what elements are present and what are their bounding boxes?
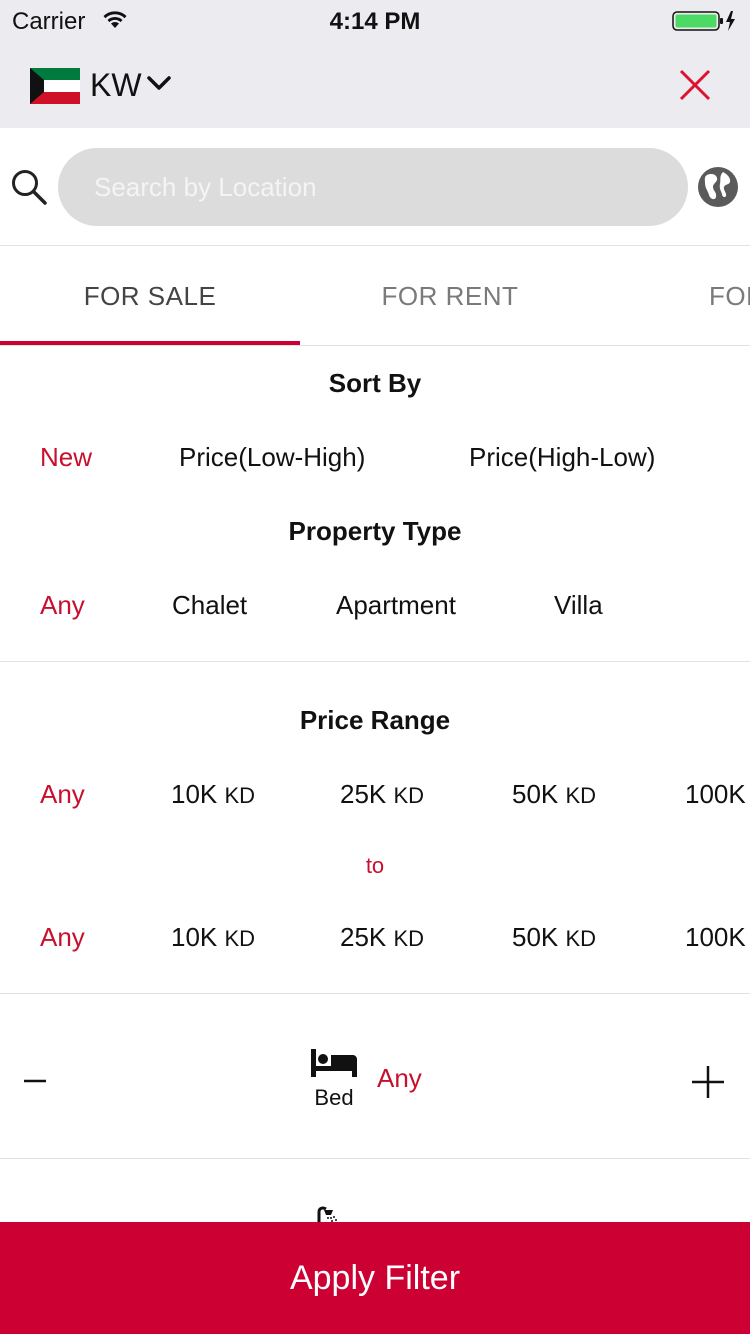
price-to-label: to (365, 853, 385, 878)
tab-for-rent[interactable]: FOR RENT (300, 247, 600, 345)
search-input[interactable] (58, 148, 688, 226)
globe-icon[interactable] (697, 166, 739, 213)
price-value: Any (40, 779, 85, 809)
property-type-apartment[interactable]: Apartment (336, 590, 456, 621)
chevron-down-icon (146, 74, 172, 97)
price-value: 50K (512, 922, 559, 952)
clock: 4:14 PM (329, 8, 421, 35)
divider (0, 1158, 750, 1159)
divider (0, 661, 750, 662)
price-unit: KD (224, 926, 256, 951)
bed-value: Any (377, 1063, 422, 1093)
price-from-50k[interactable]: 50K KD (512, 779, 596, 810)
price-from-any[interactable]: Any (40, 779, 85, 810)
sort-option-price-high-low[interactable]: Price(High-Low) (469, 442, 655, 473)
property-type-title: Property Type (288, 516, 462, 546)
minus-icon (24, 1079, 46, 1083)
price-unit: KD (224, 783, 256, 808)
plus-icon (692, 1066, 724, 1098)
sort-by-title: Sort By (328, 368, 422, 398)
kuwait-flag-icon (30, 67, 80, 104)
sort-option-price-low-high[interactable]: Price(Low-High) (179, 442, 365, 473)
apply-filter-button[interactable]: Apply Filter (0, 1222, 750, 1334)
active-tab-indicator (0, 341, 300, 345)
bed-label: Bed (314, 1085, 354, 1110)
property-type-chalet[interactable]: Chalet (172, 590, 247, 621)
price-value: 25K (340, 779, 387, 809)
price-unit: KD (565, 926, 597, 951)
property-type-any[interactable]: Any (40, 590, 85, 621)
price-to-50k[interactable]: 50K KD (512, 922, 596, 953)
bed-decrease-button[interactable] (22, 1068, 48, 1099)
close-icon[interactable] (678, 68, 712, 102)
tab-for-s[interactable]: FOR S (600, 247, 750, 345)
status-bar: Carrier 4:14 PM (0, 0, 750, 40)
price-unit: KD (565, 783, 597, 808)
price-value: 100K (685, 779, 746, 809)
top-bar: KW (0, 40, 750, 128)
price-unit: KD (393, 926, 425, 951)
divider (0, 993, 750, 994)
price-from-10k[interactable]: 10K KD (171, 779, 255, 810)
listing-type-tabs: FOR SALE FOR RENT FOR S (0, 247, 750, 346)
search-icon[interactable] (10, 168, 48, 211)
bed-icon (310, 1047, 358, 1084)
price-value: Any (40, 922, 85, 952)
price-to-10k[interactable]: 10K KD (171, 922, 255, 953)
battery-icon (672, 10, 738, 37)
price-to-100k[interactable]: 100K (685, 922, 746, 953)
price-value: 10K (171, 922, 218, 952)
country-code: KW (90, 67, 142, 103)
price-to-any[interactable]: Any (40, 922, 85, 953)
price-value: 100K (685, 922, 746, 952)
search-row (0, 128, 750, 246)
price-from-100k[interactable]: 100K (685, 779, 746, 810)
price-value: 10K (171, 779, 218, 809)
price-value: 25K (340, 922, 387, 952)
country-selector[interactable]: KW (30, 67, 172, 104)
price-range-title: Price Range (299, 705, 451, 735)
bed-increase-button[interactable] (690, 1064, 726, 1105)
price-value: 50K (512, 779, 559, 809)
price-from-25k[interactable]: 25K KD (340, 779, 424, 810)
sort-option-new[interactable]: New (40, 442, 92, 473)
tab-for-sale[interactable]: FOR SALE (0, 247, 300, 345)
property-type-villa[interactable]: Villa (554, 590, 603, 621)
price-unit: KD (393, 783, 425, 808)
price-to-25k[interactable]: 25K KD (340, 922, 424, 953)
